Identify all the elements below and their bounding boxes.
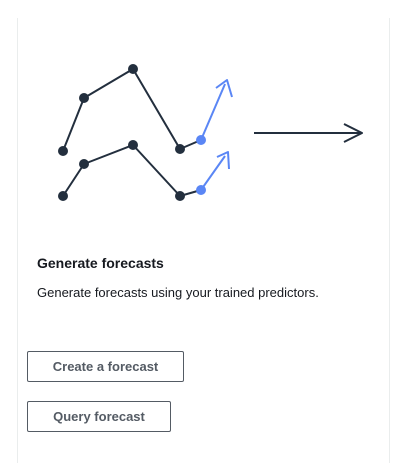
section-title: Generate forecasts xyxy=(37,255,164,271)
forecast-series-upper xyxy=(196,79,233,145)
forecast-series-lower xyxy=(196,151,230,195)
section-description: Generate forecasts using your trained pr… xyxy=(37,285,319,300)
query-forecast-button[interactable]: Query forecast xyxy=(27,401,171,432)
forecast-trend-illustration xyxy=(58,64,363,201)
arrow-right-icon xyxy=(254,123,363,143)
create-forecast-button[interactable]: Create a forecast xyxy=(27,351,184,382)
generate-forecasts-card: Generate forecasts Generate forecasts us… xyxy=(17,18,390,463)
